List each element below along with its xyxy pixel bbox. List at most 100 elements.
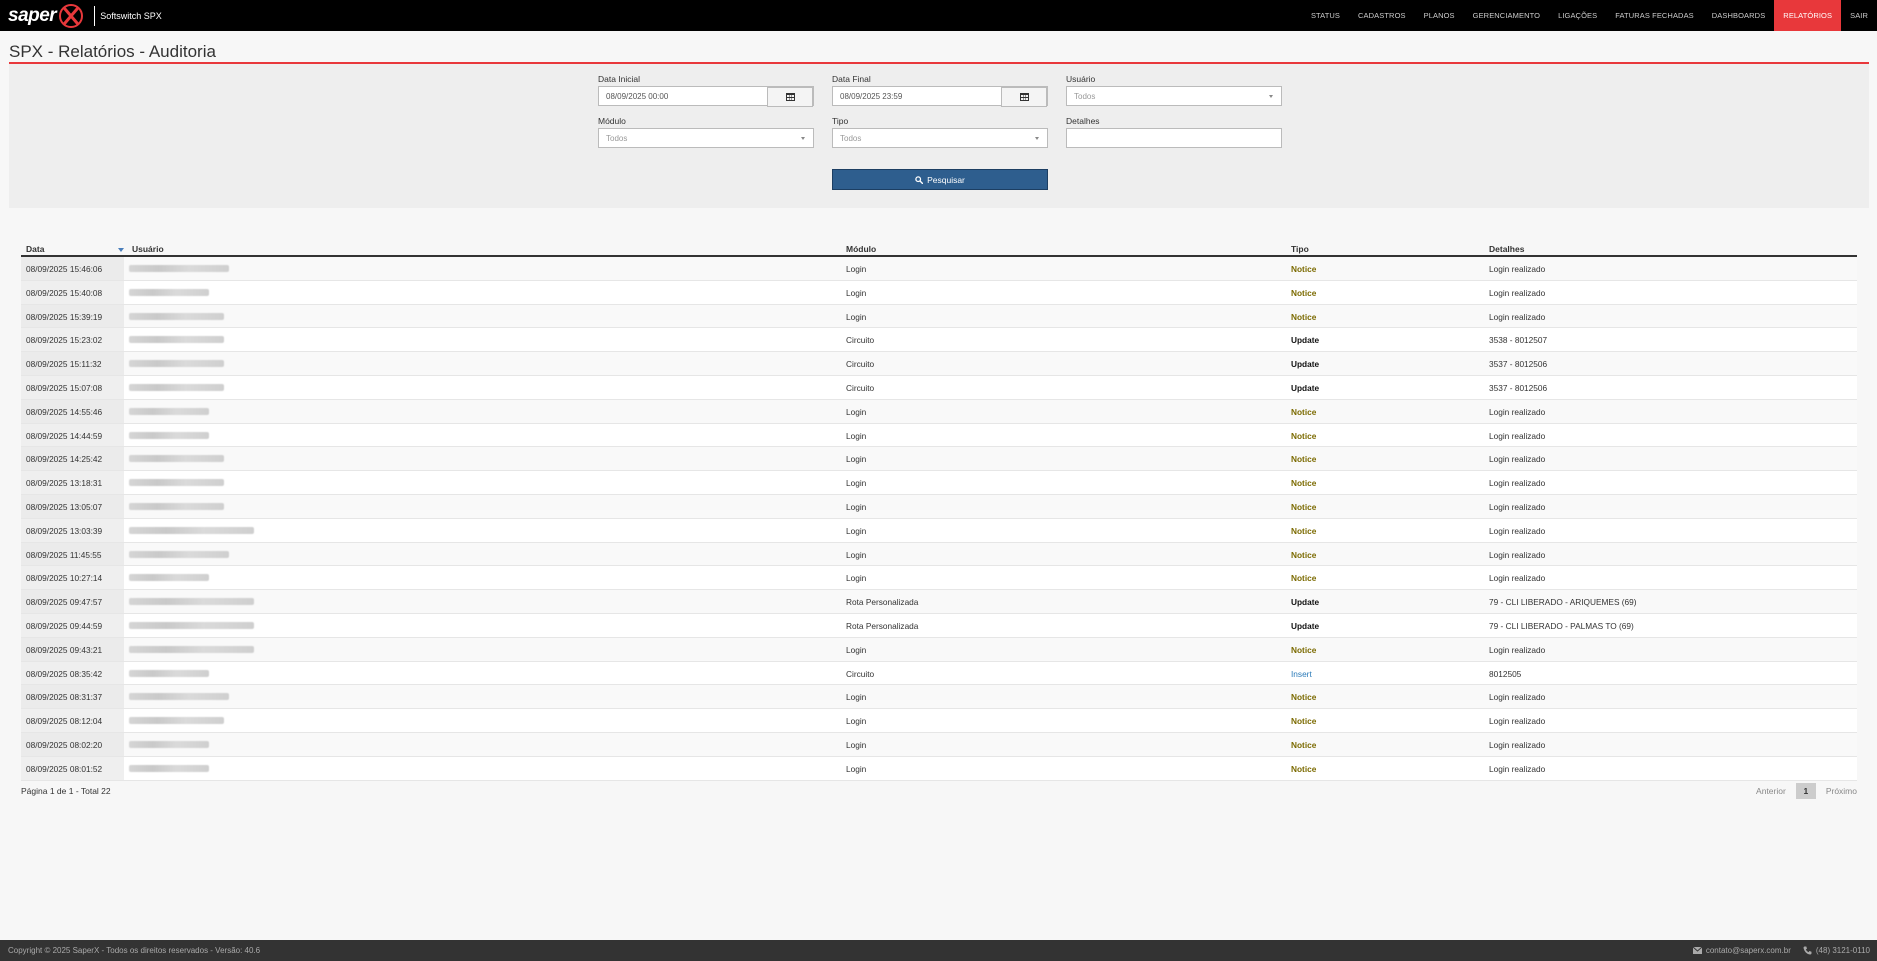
cell-data: 08/09/2025 10:27:14 bbox=[21, 566, 124, 590]
pagination-page-1[interactable]: 1 bbox=[1795, 783, 1816, 799]
cell-usuario-redacted bbox=[129, 265, 229, 272]
nav-gerenciamento[interactable]: GERENCIAMENTO bbox=[1464, 0, 1549, 31]
cell-data: 08/09/2025 08:31:37 bbox=[21, 685, 124, 709]
cell-usuario-redacted bbox=[129, 669, 209, 677]
table-row[interactable]: 08/09/2025 11:45:55 Login Notice Login real… bbox=[21, 542, 1857, 567]
data-inicial-input[interactable]: 08/09/2025 00:00 bbox=[598, 86, 814, 107]
nav-status[interactable]: STATUS bbox=[1302, 0, 1349, 31]
cell-usuario-redacted bbox=[129, 717, 224, 725]
detalhes-label: Detalhes bbox=[1066, 116, 1100, 126]
table-row[interactable]: 08/09/2025 15:11:32 Circuito Update 3537 - … bbox=[21, 352, 1857, 376]
app-logo[interactable]: saper Softswitch SPX bbox=[0, 0, 162, 31]
cell-usuario-redacted bbox=[129, 574, 209, 582]
table-row[interactable]: 08/09/2025 14:55:46 Login Notice Login real… bbox=[21, 399, 1857, 424]
table-row[interactable]: 08/09/2025 15:46:06 Login Notice Login real… bbox=[21, 257, 1857, 281]
table-row[interactable]: 08/09/2025 09:44:59 Rota Personalizada Upd… bbox=[21, 613, 1857, 638]
cell-detalhes: Login realizado bbox=[1489, 454, 1546, 465]
cell-data: 08/09/2025 09:47:57 bbox=[21, 590, 124, 613]
table-row[interactable]: 08/09/2025 08:12:04 Login Notice Login real… bbox=[21, 709, 1857, 733]
cell-modulo: Rota Personalizada bbox=[846, 597, 919, 608]
cell-modulo: Login bbox=[846, 501, 867, 512]
cell-tipo: Notice bbox=[1291, 716, 1317, 727]
cell-detalhes: Login realizado bbox=[1489, 573, 1546, 584]
table-row[interactable]: 08/09/2025 15:40:08 Login Notice Login real… bbox=[21, 280, 1857, 305]
table-row[interactable]: 08/09/2025 08:02:20 Login Notice Login real… bbox=[21, 732, 1857, 757]
tipo-select[interactable]: Todos bbox=[832, 128, 1048, 148]
table-row[interactable]: 08/09/2025 10:27:14 Login Notice Login real… bbox=[21, 566, 1857, 591]
pagination-next[interactable]: Próximo bbox=[1826, 786, 1857, 796]
nav-sair[interactable]: SAIR bbox=[1841, 0, 1877, 31]
main-nav: STATUS CADASTROS PLANOS GERENCIAMENTO LI… bbox=[1302, 0, 1877, 31]
table-row[interactable]: 08/09/2025 08:31:37 Login Notice Login real… bbox=[21, 685, 1857, 710]
usuario-select[interactable]: Todos bbox=[1066, 86, 1282, 106]
table-row[interactable]: 08/09/2025 15:07:08 Circuito Update 3537 - … bbox=[21, 375, 1857, 400]
audit-table: Data Usuário Módulo Tipo Detalhes 08/09/… bbox=[21, 241, 1857, 781]
data-final-input[interactable]: 08/09/2025 23:59 bbox=[832, 86, 1048, 107]
cell-data: 08/09/2025 08:12:04 bbox=[21, 709, 124, 732]
field-detalhes: Detalhes bbox=[1066, 116, 1282, 148]
nav-ligacoes[interactable]: LIGAÇÕES bbox=[1549, 0, 1606, 31]
table-row[interactable]: 08/09/2025 13:18:31 Login Notice Login real… bbox=[21, 471, 1857, 495]
table-row[interactable]: 08/09/2025 08:35:42 Circuito Insert 8012505 bbox=[21, 661, 1857, 686]
modulo-select[interactable]: Todos bbox=[598, 128, 814, 148]
field-data-final: Data Final 08/09/2025 23:59 bbox=[832, 74, 1048, 107]
chevron-down-icon bbox=[1269, 95, 1273, 98]
cell-tipo: Notice bbox=[1291, 430, 1317, 441]
column-header-data[interactable]: Data bbox=[26, 244, 44, 254]
cell-tipo: Notice bbox=[1291, 549, 1317, 560]
cell-modulo: Circuito bbox=[846, 382, 875, 393]
footer-email-text: contato@saperx.com.br bbox=[1705, 946, 1791, 955]
search-button[interactable]: Pesquisar bbox=[832, 169, 1048, 190]
column-header-detalhes[interactable]: Detalhes bbox=[1489, 244, 1524, 254]
nav-faturas-fechadas[interactable]: FATURAS FECHADAS bbox=[1606, 0, 1703, 31]
footer-phone-text: (48) 3121-0110 bbox=[1815, 946, 1870, 955]
cell-usuario-redacted bbox=[129, 312, 224, 320]
cell-modulo: Login bbox=[846, 406, 867, 417]
envelope-icon bbox=[1692, 947, 1702, 954]
nav-relatorios[interactable]: RELATÓRIOS bbox=[1774, 0, 1842, 31]
cell-usuario-redacted bbox=[129, 407, 209, 415]
footer-phone[interactable]: (48) 3121-0110 bbox=[1803, 946, 1870, 955]
cell-data: 08/09/2025 08:01:52 bbox=[21, 756, 124, 780]
table-row[interactable]: 08/09/2025 09:43:21 Login Notice Login real… bbox=[21, 637, 1857, 662]
cell-tipo: Update bbox=[1291, 620, 1320, 631]
table-row[interactable]: 08/09/2025 14:44:59 Login Notice Login real… bbox=[21, 423, 1857, 448]
pagination-prev[interactable]: Anterior bbox=[1756, 786, 1786, 796]
pagination-info: Página 1 de 1 - Total 22 bbox=[21, 786, 111, 796]
nav-cadastros[interactable]: CADASTROS bbox=[1349, 0, 1415, 31]
nav-planos[interactable]: PLANOS bbox=[1415, 0, 1464, 31]
table-row[interactable]: 08/09/2025 08:01:52 Login Notice Login real… bbox=[21, 756, 1857, 781]
cell-tipo: Insert bbox=[1291, 668, 1312, 679]
footer-email[interactable]: contato@saperx.com.br bbox=[1692, 946, 1791, 955]
cell-modulo: Circuito bbox=[846, 359, 875, 370]
column-header-modulo[interactable]: Módulo bbox=[846, 244, 876, 254]
data-final-calendar-button[interactable] bbox=[1001, 87, 1047, 107]
logo-separator bbox=[94, 5, 96, 26]
cell-modulo: Login bbox=[846, 454, 867, 465]
cell-detalhes: Login realizado bbox=[1489, 644, 1546, 655]
cell-usuario-redacted bbox=[129, 621, 254, 629]
cell-data: 08/09/2025 08:35:42 bbox=[21, 661, 124, 685]
table-row[interactable]: 08/09/2025 15:39:19 Login Notice Login real… bbox=[21, 304, 1857, 329]
cell-tipo: Update bbox=[1291, 359, 1320, 370]
cell-usuario-redacted bbox=[129, 764, 209, 772]
data-inicial-label: Data Inicial bbox=[598, 74, 641, 84]
search-button-label: Pesquisar bbox=[927, 174, 965, 185]
nav-dashboards[interactable]: DASHBOARDS bbox=[1703, 0, 1775, 31]
table-row[interactable]: 08/09/2025 15:23:02 Circuito Update 3538 - … bbox=[21, 328, 1857, 353]
column-header-usuario[interactable]: Usuário bbox=[132, 244, 164, 254]
column-header-tipo[interactable]: Tipo bbox=[1291, 244, 1309, 254]
table-row[interactable]: 08/09/2025 14:25:42 Login Notice Login real… bbox=[21, 447, 1857, 472]
field-data-inicial: Data Inicial 08/09/2025 00:00 bbox=[598, 74, 814, 107]
cell-tipo: Notice bbox=[1291, 644, 1317, 655]
detalhes-input[interactable] bbox=[1066, 128, 1282, 148]
data-inicial-calendar-button[interactable] bbox=[767, 87, 813, 107]
table-row[interactable]: 08/09/2025 13:03:39 Login Notice Login real… bbox=[21, 518, 1857, 543]
modulo-selected-value: Todos bbox=[606, 133, 628, 143]
table-row[interactable]: 08/09/2025 13:05:07 Login Notice Login real… bbox=[21, 494, 1857, 519]
cell-tipo: Update bbox=[1291, 335, 1320, 346]
cell-usuario-redacted bbox=[129, 550, 229, 558]
cell-data: 08/09/2025 13:05:07 bbox=[21, 494, 124, 518]
modulo-label: Módulo bbox=[598, 116, 626, 126]
table-row[interactable]: 08/09/2025 09:47:57 Rota Personalizada Upd… bbox=[21, 590, 1857, 614]
